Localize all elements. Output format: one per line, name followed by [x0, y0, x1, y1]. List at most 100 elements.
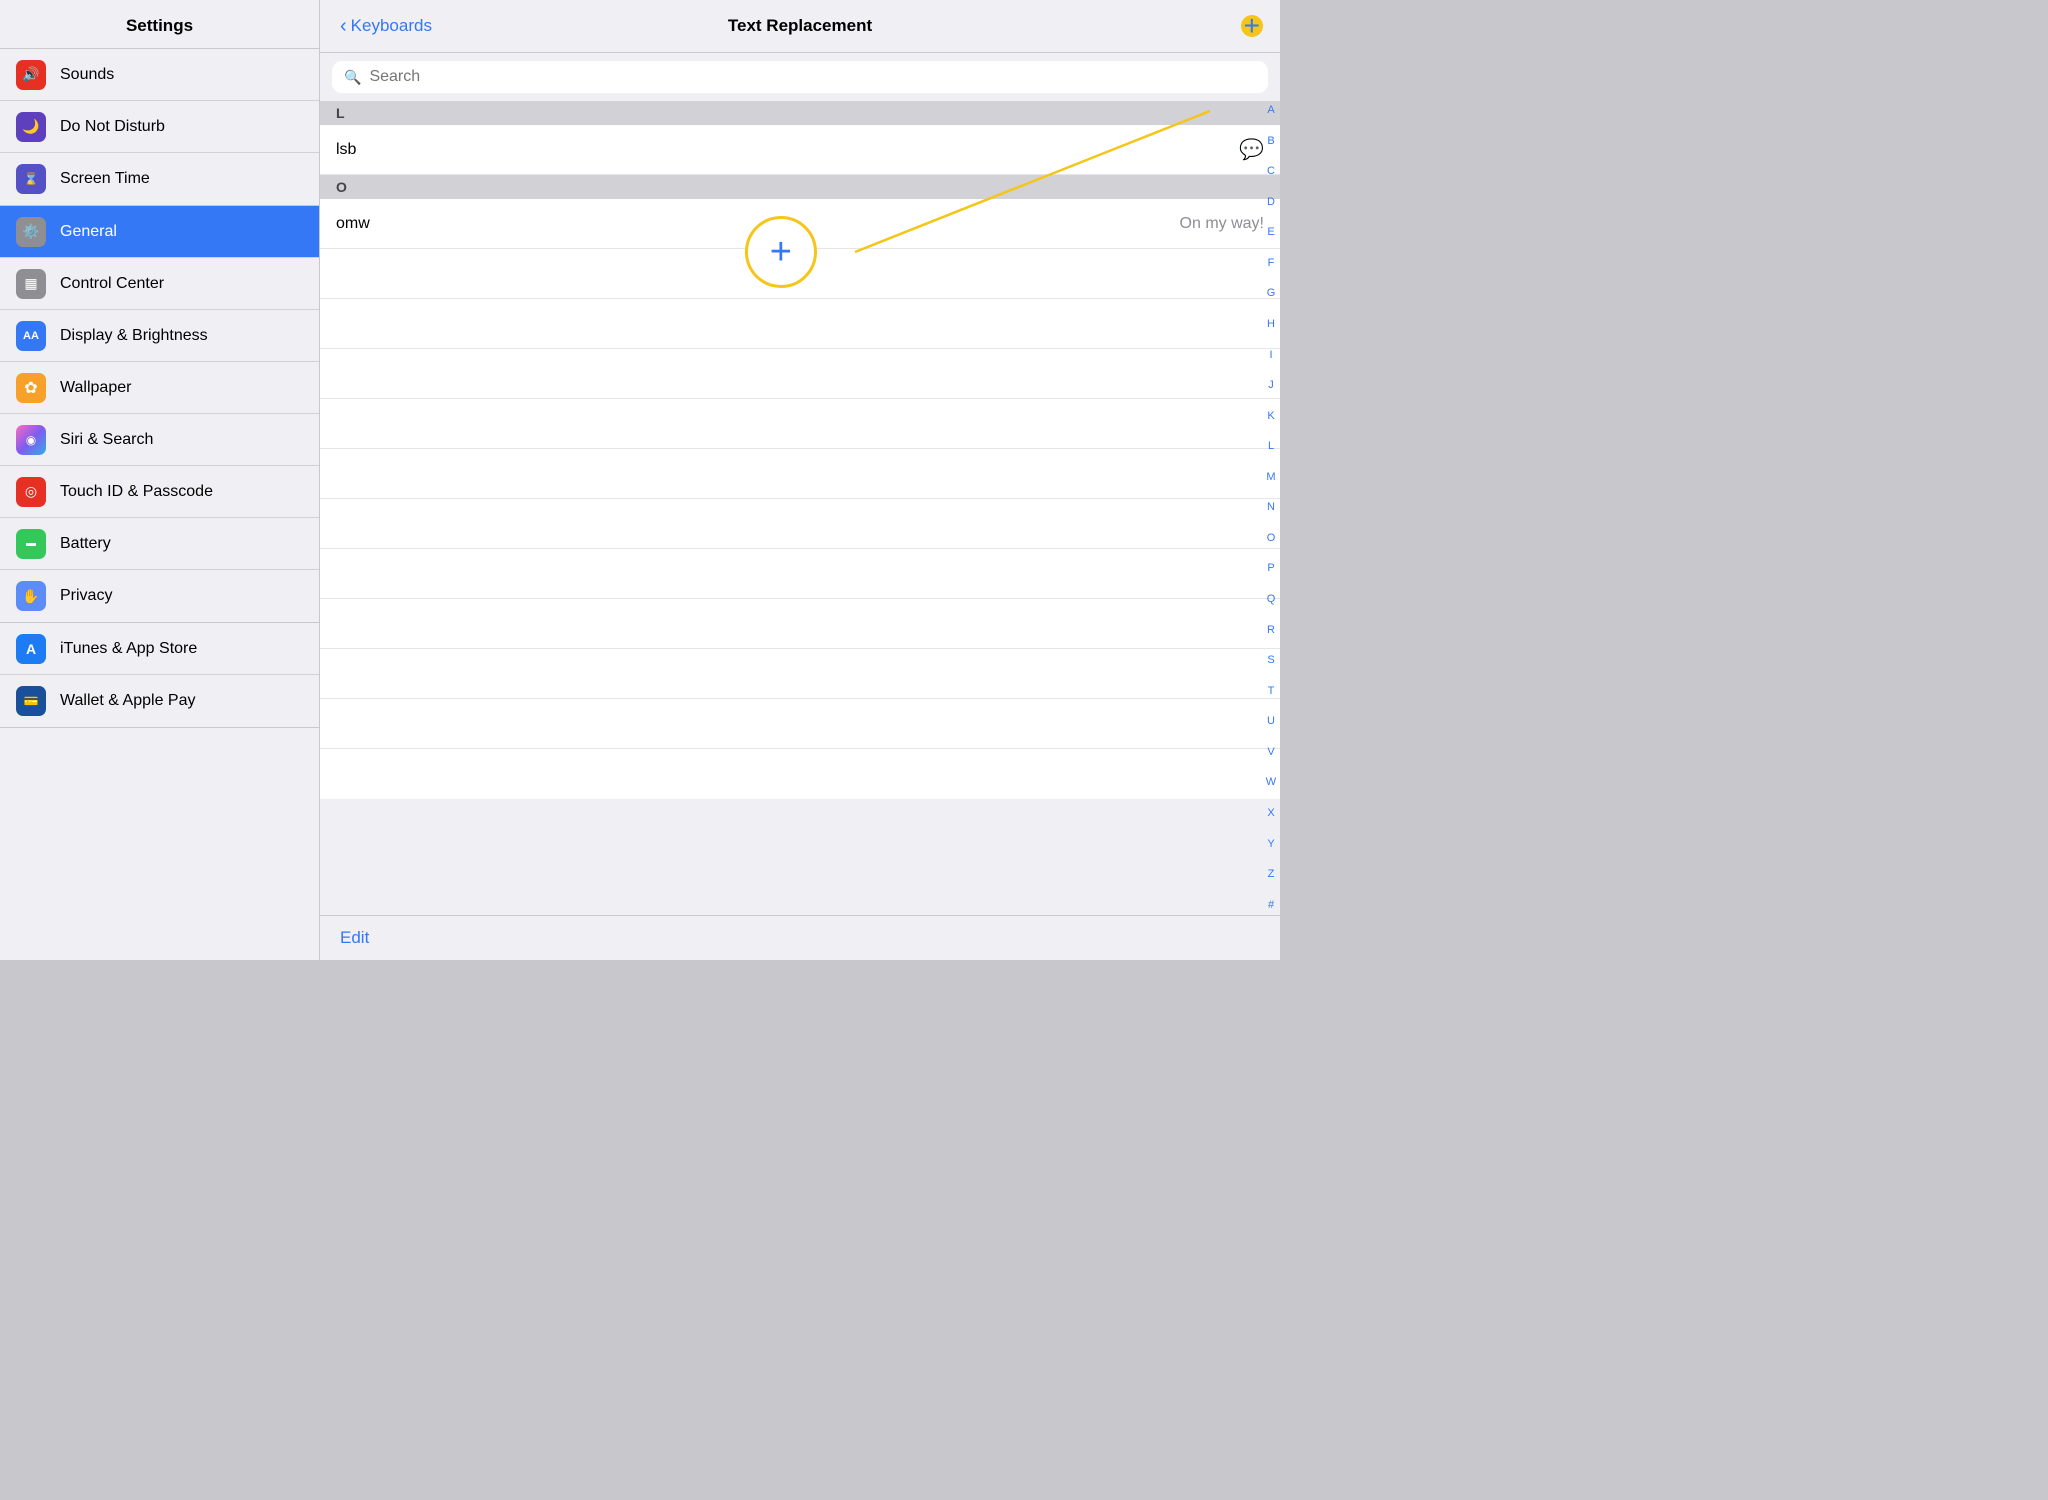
empty-row-6 [320, 499, 1280, 549]
sidebar-section-3: A iTunes & App Store 💳 Wallet & Apple Pa… [0, 623, 319, 728]
app-container: Settings 🔊 Sounds 🌙 Do Not Disturb ⌛ Scr… [0, 0, 1280, 960]
empty-row-5 [320, 449, 1280, 499]
back-label: Keyboards [351, 16, 432, 36]
search-icon: 🔍 [344, 69, 361, 86]
alpha-c[interactable]: C [1267, 166, 1275, 177]
chevron-left-icon: ‹ [340, 15, 347, 38]
alpha-s[interactable]: S [1267, 655, 1274, 666]
sidebar-item-privacy[interactable]: ✋ Privacy [0, 570, 319, 622]
sidebar-item-wallpaper[interactable]: ✿ Wallpaper [0, 362, 319, 414]
alpha-u[interactable]: U [1267, 716, 1275, 727]
sidebar-item-siri-search[interactable]: ◉ Siri & Search [0, 414, 319, 466]
empty-row-9 [320, 649, 1280, 699]
privacy-icon: ✋ [16, 581, 46, 611]
sidebar-item-label: Wallpaper [60, 379, 131, 397]
list-container: A B C D E F G H I J K L M N O P Q R S T [320, 101, 1280, 915]
alpha-g[interactable]: G [1267, 288, 1276, 299]
sidebar-item-general[interactable]: ⚙️ General [0, 206, 319, 258]
sidebar-item-label: Screen Time [60, 170, 150, 188]
alpha-b[interactable]: B [1267, 136, 1274, 147]
alpha-v[interactable]: V [1267, 747, 1274, 758]
general-icon: ⚙️ [16, 217, 46, 247]
replacement-omw: On my way! [1180, 215, 1264, 233]
sounds-icon: 🔊 [16, 60, 46, 90]
sidebar-title: Settings [0, 0, 319, 49]
back-button[interactable]: ‹ Keyboards [340, 15, 432, 38]
empty-row-10 [320, 699, 1280, 749]
sidebar-item-wallet[interactable]: 💳 Wallet & Apple Pay [0, 675, 319, 727]
list-item-lsb[interactable]: lsb 💬 [320, 125, 1280, 175]
sidebar-item-label: Control Center [60, 275, 164, 293]
empty-row-11 [320, 749, 1280, 799]
add-circle-button[interactable]: + [745, 216, 817, 288]
alpha-a[interactable]: A [1267, 105, 1274, 116]
sidebar-item-label: Do Not Disturb [60, 118, 165, 136]
sidebar-item-display-brightness[interactable]: AA Display & Brightness [0, 310, 319, 362]
edit-button[interactable]: Edit [340, 928, 369, 947]
do-not-disturb-icon: 🌙 [16, 112, 46, 142]
sidebar-item-label: Sounds [60, 66, 114, 84]
itunes-icon: A [16, 634, 46, 664]
bottom-bar: Edit [320, 915, 1280, 960]
sidebar-item-itunes[interactable]: A iTunes & App Store [0, 623, 319, 675]
alpha-d[interactable]: D [1267, 197, 1275, 208]
alpha-e[interactable]: E [1267, 227, 1274, 238]
sidebar: Settings 🔊 Sounds 🌙 Do Not Disturb ⌛ Scr… [0, 0, 320, 960]
search-bar-container: 🔍 [320, 53, 1280, 101]
add-button[interactable]: + [1244, 12, 1260, 40]
screen-time-icon: ⌛ [16, 164, 46, 194]
alpha-k[interactable]: K [1267, 411, 1274, 422]
alpha-h[interactable]: H [1267, 319, 1275, 330]
alpha-p[interactable]: P [1267, 563, 1274, 574]
alpha-t[interactable]: T [1268, 686, 1275, 697]
alpha-m[interactable]: M [1266, 472, 1275, 483]
wallpaper-icon: ✿ [16, 373, 46, 403]
search-bar: 🔍 [332, 61, 1268, 93]
alpha-w[interactable]: W [1266, 777, 1276, 788]
alpha-j[interactable]: J [1268, 380, 1274, 391]
alpha-f[interactable]: F [1268, 258, 1275, 269]
main-content: ‹ Keyboards Text Replacement + 🔍 [320, 0, 1280, 960]
alpha-index: A B C D E F G H I J K L M N O P Q R S T [1262, 101, 1280, 915]
empty-row-8 [320, 599, 1280, 649]
alpha-i[interactable]: I [1269, 350, 1272, 361]
page-title: Text Replacement [728, 16, 872, 36]
empty-row-4 [320, 399, 1280, 449]
bubble-icon: 💬 [1239, 137, 1264, 162]
alpha-z[interactable]: Z [1268, 869, 1275, 880]
section-header-l: L [320, 101, 1280, 125]
sidebar-item-label: Privacy [60, 587, 112, 605]
sidebar-item-control-center[interactable]: ▦ Control Center [0, 258, 319, 310]
alpha-n[interactable]: N [1267, 502, 1275, 513]
sidebar-section-1: 🔊 Sounds 🌙 Do Not Disturb ⌛ Screen Time [0, 49, 319, 206]
plus-icon: + [770, 233, 792, 271]
alpha-l[interactable]: L [1268, 441, 1274, 452]
alpha-o[interactable]: O [1267, 533, 1276, 544]
sidebar-item-label: Display & Brightness [60, 327, 208, 345]
empty-row-7 [320, 549, 1280, 599]
nav-bar: ‹ Keyboards Text Replacement + [320, 0, 1280, 53]
sidebar-item-screen-time[interactable]: ⌛ Screen Time [0, 153, 319, 205]
alpha-y[interactable]: Y [1267, 839, 1274, 850]
siri-icon: ◉ [16, 425, 46, 455]
section-header-o: O [320, 175, 1280, 199]
search-input[interactable] [369, 68, 1256, 86]
alpha-hash[interactable]: # [1268, 900, 1274, 911]
empty-row-2 [320, 299, 1280, 349]
alpha-r[interactable]: R [1267, 625, 1275, 636]
alpha-q[interactable]: Q [1267, 594, 1276, 605]
touch-id-icon: ◎ [16, 477, 46, 507]
control-center-icon: ▦ [16, 269, 46, 299]
battery-icon: ▬ [16, 529, 46, 559]
sidebar-item-battery[interactable]: ▬ Battery [0, 518, 319, 570]
sidebar-item-label: Battery [60, 535, 111, 553]
empty-row-3 [320, 349, 1280, 399]
sidebar-item-do-not-disturb[interactable]: 🌙 Do Not Disturb [0, 101, 319, 153]
sidebar-item-touch-id[interactable]: ◎ Touch ID & Passcode [0, 466, 319, 518]
sidebar-item-label: iTunes & App Store [60, 640, 197, 658]
wallet-icon: 💳 [16, 686, 46, 716]
display-brightness-icon: AA [16, 321, 46, 351]
alpha-x[interactable]: X [1267, 808, 1274, 819]
sidebar-item-sounds[interactable]: 🔊 Sounds [0, 49, 319, 101]
sidebar-item-label: Wallet & Apple Pay [60, 692, 195, 710]
